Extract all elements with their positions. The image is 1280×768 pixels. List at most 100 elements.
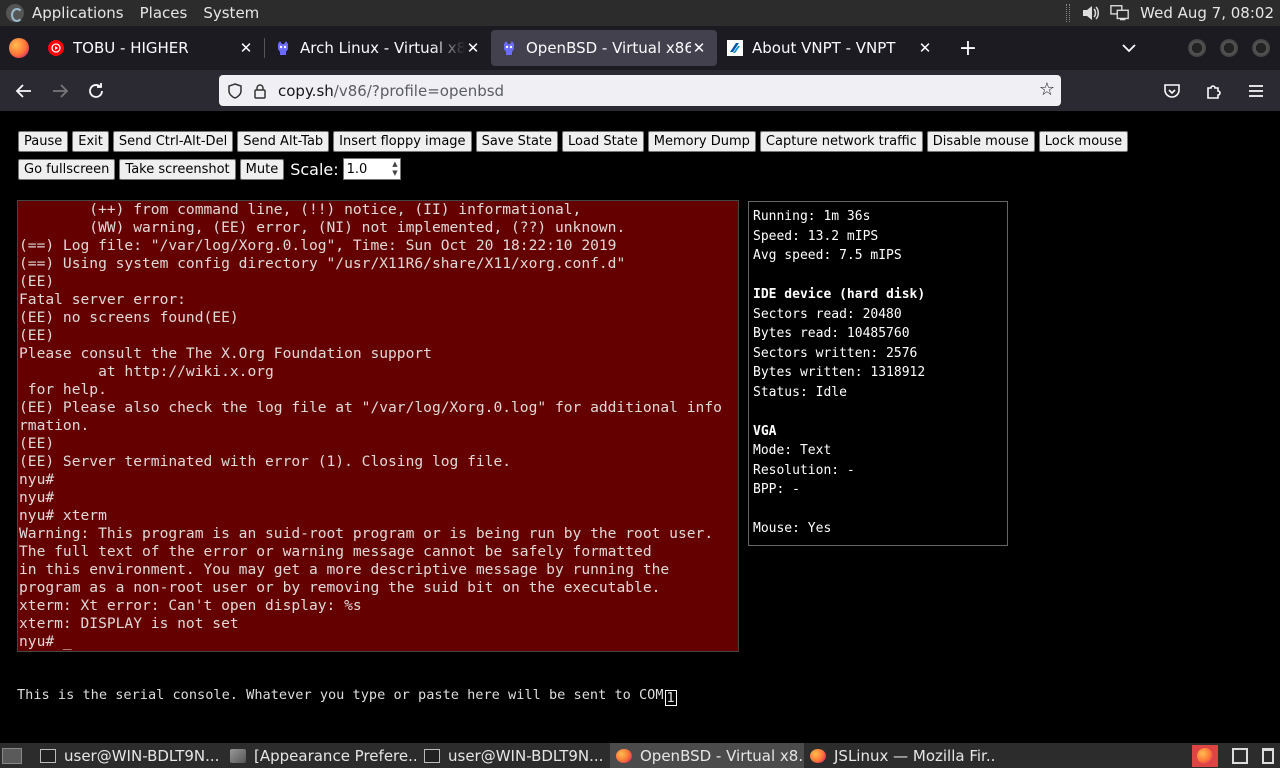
pocket-button[interactable] [1154, 73, 1190, 109]
gnome-foot-icon[interactable] [6, 4, 24, 22]
back-button[interactable] [6, 73, 42, 109]
scale-input[interactable]: 1.0 ▲ ▼ [342, 158, 401, 180]
stat-line [753, 402, 1003, 422]
screen-text: (++) from command line, (!!) notice, (II… [19, 201, 722, 650]
tab-label: About VNPT - VNPT [752, 39, 896, 57]
stat-line: Bytes written: 1318912 [753, 365, 926, 380]
clock[interactable]: Wed Aug 7, 08:02 [1140, 4, 1274, 22]
vnpt-icon [727, 40, 743, 56]
taskbar-item-terminal-2[interactable]: user@WIN-BDLT9N... [418, 743, 610, 768]
arrow-left-icon [15, 83, 31, 98]
runtime-stats-panel: Running: 1m 36s Speed: 13.2 mIPS Avg spe… [748, 201, 1008, 546]
firefox-icon [810, 748, 826, 763]
serial-console[interactable]: This is the serial console. Whatever you… [17, 685, 1042, 745]
url-host: copy.sh [278, 81, 334, 100]
stat-line: BPP: - [753, 482, 800, 497]
close-tab-icon[interactable]: ✕ [691, 39, 707, 57]
task-label: JSLinux — Mozilla Fir... [834, 746, 994, 765]
pocket-icon [1164, 83, 1180, 98]
spinner-icon[interactable]: ▲ ▼ [392, 160, 397, 178]
reload-button[interactable] [78, 73, 114, 109]
serial-text: This is the serial console. Whatever you… [17, 687, 664, 703]
insert-floppy-button[interactable]: Insert floppy image [333, 131, 472, 152]
close-tab-icon[interactable]: ✕ [465, 39, 481, 57]
stat-line: Avg speed: 7.5 mIPS [753, 248, 902, 263]
stat-line: Bytes read: 10485760 [753, 326, 910, 341]
url-bar[interactable]: copy.sh/v86/?profile=openbsd ☆ [219, 75, 1061, 106]
tab-tobu-higher[interactable]: TOBU - HIGHER ✕ [38, 30, 264, 66]
taskbar-item-appearance[interactable]: [Appearance Prefere... [224, 743, 418, 768]
firefox-icon [616, 748, 632, 763]
stat-heading: IDE device (hard disk) [753, 287, 926, 302]
mute-button[interactable]: Mute [239, 158, 285, 180]
vga-text-screen[interactable]: (++) from command line, (!!) notice, (II… [17, 200, 739, 652]
stat-line: Mouse: Yes [753, 521, 832, 536]
send-alt-tab-button[interactable]: Send Alt-Tab [237, 131, 330, 152]
bookmark-star-icon[interactable]: ☆ [1039, 81, 1055, 99]
v86-icon [275, 40, 291, 56]
terminal-icon [424, 748, 440, 763]
task-label: user@WIN-BDLT9N... [448, 746, 604, 765]
save-state-button[interactable]: Save State [475, 131, 559, 152]
volume-icon[interactable] [1080, 4, 1100, 22]
tab-about-vnpt[interactable]: About VNPT - VNPT ✕ [717, 30, 943, 66]
navigation-toolbar: copy.sh/v86/?profile=openbsd ☆ [0, 70, 1280, 111]
close-window-button[interactable] [1252, 39, 1270, 57]
show-desktop-button[interactable] [2, 747, 22, 764]
capture-network-traffic-button[interactable]: Capture network traffic [759, 131, 923, 152]
taskbar-item-terminal-1[interactable]: user@WIN-BDLT9N... [34, 743, 224, 768]
gnome-top-panel: Applications Places System Wed Aug 7, 08… [0, 0, 1280, 26]
taskbar-item-jslinux[interactable]: JSLinux — Mozilla Fir... [804, 743, 994, 768]
reload-icon [89, 82, 103, 98]
take-screenshot-button[interactable]: Take screenshot [119, 158, 236, 180]
close-tab-icon[interactable]: ✕ [238, 39, 254, 57]
tab-openbsd[interactable]: OpenBSD - Virtual x86 ✕ [491, 30, 717, 66]
network-icon[interactable] [1110, 4, 1130, 22]
maximize-button[interactable] [1220, 39, 1238, 57]
tray-separator [1066, 4, 1071, 22]
lock-icon[interactable] [251, 82, 269, 100]
hamburger-icon [1249, 84, 1263, 97]
menu-places[interactable]: Places [132, 0, 196, 26]
extensions-button[interactable] [1196, 73, 1232, 109]
firefox-view-button[interactable] [0, 26, 38, 70]
scale-value: 1.0 [346, 161, 368, 177]
menu-system[interactable]: System [195, 0, 267, 26]
v86-page: Pause Exit Send Ctrl-Alt-Del Send Alt-Ta… [0, 111, 1280, 745]
go-fullscreen-button[interactable]: Go fullscreen [18, 158, 116, 180]
v86-icon [501, 40, 517, 56]
close-tab-icon[interactable]: ✕ [917, 39, 933, 57]
taskbar-right [1192, 743, 1280, 768]
firefox-icon [1197, 747, 1213, 764]
list-all-tabs-button[interactable] [1118, 26, 1140, 70]
app-menu-button[interactable] [1238, 73, 1274, 109]
terminal-icon [40, 748, 56, 763]
trash-icon[interactable] [1262, 747, 1274, 764]
preferences-icon [230, 748, 246, 763]
pause-button[interactable]: Pause [18, 131, 69, 152]
exit-button[interactable]: Exit [72, 131, 109, 152]
disable-mouse-button[interactable]: Disable mouse [926, 131, 1035, 152]
tab-arch-linux[interactable]: Arch Linux - Virtual x86 - copy.sh ✕ [265, 30, 491, 66]
firefox-launcher-button[interactable] [1192, 744, 1218, 767]
taskbar-item-openbsd[interactable]: OpenBSD - Virtual x8... [610, 743, 804, 768]
gnome-bottom-panel: user@WIN-BDLT9N... [Appearance Prefere..… [0, 743, 1280, 768]
stat-line: Sectors read: 20480 [753, 306, 902, 322]
shield-icon[interactable] [226, 82, 244, 100]
stat-line: Resolution: - [753, 462, 855, 478]
stat-line [753, 500, 1003, 520]
serial-console-text: This is the serial console. Whatever you… [17, 685, 1042, 706]
stat-heading: VGA [753, 423, 777, 439]
memory-dump-button[interactable]: Memory Dump [647, 131, 756, 152]
load-state-button[interactable]: Load State [562, 131, 644, 152]
workspace-switcher-icon[interactable] [1232, 747, 1248, 764]
stat-line: Speed: 13.2 mIPS [753, 228, 879, 244]
send-ctrl-alt-del-button[interactable]: Send Ctrl-Alt-Del [112, 131, 234, 152]
lock-mouse-button[interactable]: Lock mouse [1038, 131, 1129, 152]
window-controls [1188, 26, 1280, 70]
tab-label: OpenBSD - Virtual x86 [526, 39, 691, 57]
minimize-button[interactable] [1188, 39, 1206, 57]
new-tab-button[interactable]: + [953, 36, 983, 61]
menu-applications[interactable]: Applications [24, 0, 132, 26]
forward-button[interactable] [42, 73, 78, 109]
